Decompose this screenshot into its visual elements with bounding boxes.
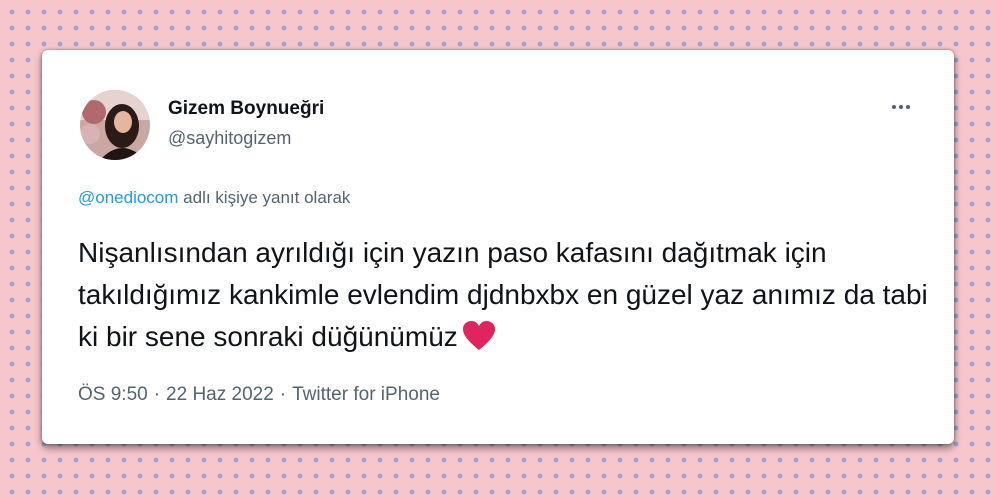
tweet-date[interactable]: 22 Haz 2022 bbox=[166, 384, 274, 405]
avatar-photo bbox=[80, 90, 150, 160]
more-dot bbox=[906, 105, 910, 109]
tweet-time[interactable]: ÖS 9:50 bbox=[78, 384, 148, 405]
meta-separator: · bbox=[279, 384, 287, 405]
red-heart-icon bbox=[462, 320, 496, 364]
reply-context: @onediocom adlı kişiye yanıt olarak bbox=[78, 188, 350, 208]
meta-separator: · bbox=[153, 384, 161, 405]
reply-mention-link[interactable]: @onediocom bbox=[78, 188, 178, 207]
tweet-source[interactable]: Twitter for iPhone bbox=[292, 384, 440, 405]
tweet-metadata: ÖS 9:50 · 22 Haz 2022 · Twitter for iPhone bbox=[78, 384, 440, 406]
reply-context-text: adlı kişiye yanıt olarak bbox=[178, 188, 351, 207]
tweet-card: Gizem Boynueğri @sayhitogizem @onediocom… bbox=[42, 50, 954, 444]
more-options-button[interactable] bbox=[884, 92, 918, 122]
user-handle[interactable]: @sayhitogizem bbox=[168, 128, 291, 149]
tweet-body: Nişanlısından ayrıldığı için yazın paso … bbox=[78, 237, 928, 352]
more-dot bbox=[899, 105, 903, 109]
tweet-text: Nişanlısından ayrıldığı için yazın paso … bbox=[78, 232, 938, 364]
avatar[interactable] bbox=[80, 90, 150, 160]
display-name[interactable]: Gizem Boynueğri bbox=[168, 98, 324, 120]
more-dots-icon bbox=[892, 105, 896, 109]
